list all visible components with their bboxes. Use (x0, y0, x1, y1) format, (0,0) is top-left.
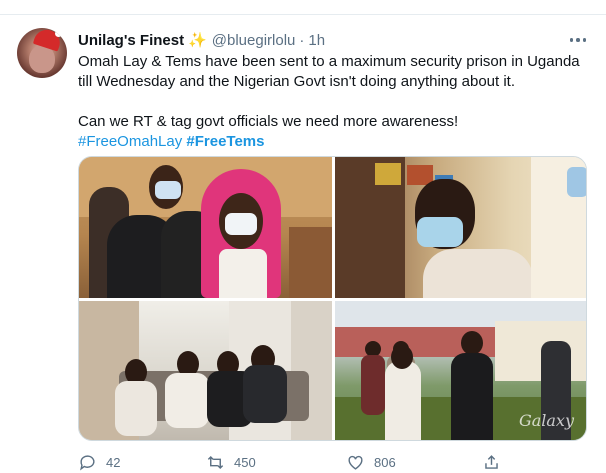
like-button[interactable]: 806 (346, 453, 396, 472)
reply-button[interactable]: 42 (78, 453, 120, 472)
sparkles-icon: ✨ (188, 32, 207, 49)
tweet-divider (0, 0, 606, 15)
like-count: 806 (374, 455, 396, 470)
reply-count: 42 (106, 455, 121, 470)
photo-4[interactable]: Galaxy (335, 301, 586, 440)
photo-1[interactable] (79, 157, 332, 298)
photo-watermark: Galaxy (518, 411, 574, 430)
photo-2[interactable] (335, 157, 586, 298)
retweet-count: 450 (234, 455, 256, 470)
display-name[interactable]: Unilag's Finest (78, 32, 184, 49)
hashtag-link[interactable]: #FreeTems (186, 133, 264, 150)
tweet-actions: 42 450 806 (78, 453, 587, 473)
photo-3[interactable] (79, 301, 332, 440)
santa-hat-pompom (55, 30, 62, 37)
avatar[interactable] (17, 28, 67, 78)
retweet-button[interactable]: 450 (206, 453, 256, 472)
heart-icon (348, 455, 363, 470)
tweet-header: Unilag's Finest ✨ @bluegirlolu · 1h (78, 30, 325, 50)
timestamp[interactable]: 1h (308, 32, 325, 49)
hashtag-line: #FreeOmahLay #FreeTems (78, 132, 583, 152)
more-options-icon[interactable] (568, 33, 588, 47)
tweet-text-line: Omah Lay & Tems have been sent to a maxi… (78, 53, 580, 90)
tweet-text: Omah Lay & Tems have been sent to a maxi… (78, 52, 583, 152)
reply-icon (80, 455, 95, 471)
separator-dot: · (299, 31, 305, 49)
tweet-text-line: Can we RT & tag govt officials we need m… (78, 113, 459, 130)
user-handle[interactable]: @bluegirlolu (212, 32, 296, 49)
share-icon (485, 455, 498, 469)
media-grid: Galaxy (78, 156, 587, 441)
tweet-card[interactable]: Unilag's Finest ✨ @bluegirlolu · 1h Omah… (0, 0, 606, 471)
share-button[interactable] (482, 453, 501, 472)
retweet-icon (207, 455, 224, 470)
hashtag-link[interactable]: #FreeOmahLay (78, 133, 182, 150)
